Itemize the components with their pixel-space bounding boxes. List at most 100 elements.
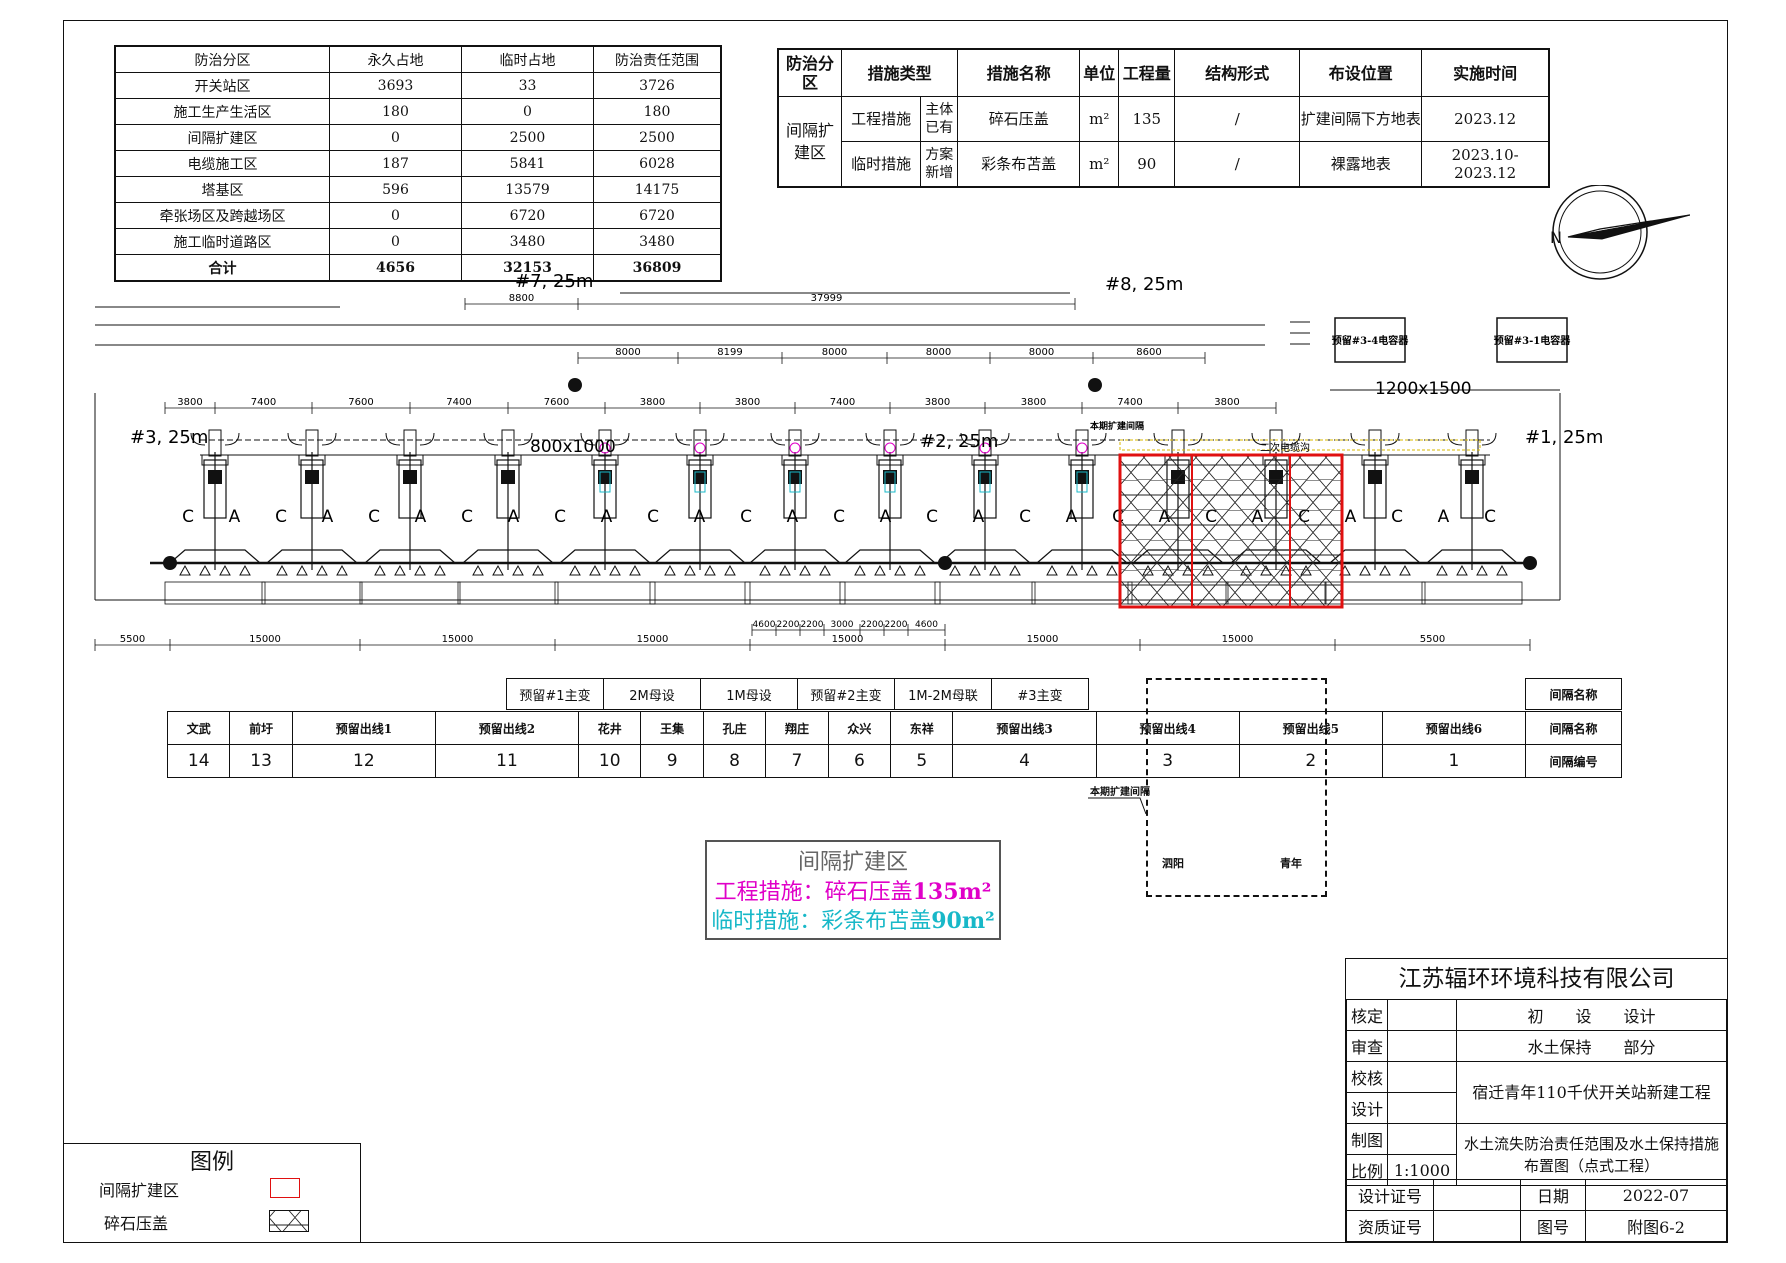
bay-group-cell: 预留#1主变 bbox=[506, 678, 604, 710]
phase-letter: A bbox=[973, 507, 985, 527]
bay-number-cell: 10 bbox=[578, 744, 642, 778]
cable-section-label: 800x1000 bbox=[530, 437, 616, 457]
tb-empty bbox=[1433, 1210, 1521, 1242]
dimension-label: 2200 bbox=[801, 620, 824, 630]
bay-group-cell: 预留#2主变 bbox=[797, 678, 895, 710]
legend-title: 图例 bbox=[189, 1150, 234, 1175]
tb-label: 设计 bbox=[1346, 1092, 1388, 1124]
dimension-label: 5500 bbox=[1420, 634, 1445, 645]
dimension-label: 15000 bbox=[442, 634, 474, 645]
bay-row-title: 间隔名称 bbox=[1525, 678, 1622, 710]
bay-name-row: 文武 前圩 预留出线1 预留出线2 花井 王集 孔庄 翔庄 众兴 东祥 预留出线3 预留出线4 预留出线… bbox=[166, 711, 1622, 745]
bay-number-cell: 6 bbox=[827, 744, 892, 778]
dimension-label: 3800 bbox=[1214, 397, 1239, 408]
title-block: 江苏辐环环境科技有限公司 核定 初 设 设计 审查 水土保持 部分 校核 宿迁青… bbox=[1345, 958, 1728, 1243]
dimension-label: 2200 bbox=[885, 620, 908, 630]
phase-letter: C bbox=[1391, 507, 1403, 527]
tb-label: 校核 bbox=[1346, 1061, 1388, 1093]
phase-letter: A bbox=[229, 507, 241, 527]
phase-letter: C bbox=[275, 507, 287, 527]
dimension-label: 7400 bbox=[1117, 397, 1142, 408]
phase-letter: C bbox=[461, 507, 473, 527]
capacitor-3-1-label: 预留#3-1电容器 bbox=[1494, 334, 1571, 347]
bay-name-cell: 众兴 bbox=[827, 711, 892, 745]
grid-node bbox=[938, 556, 952, 570]
bay-number-cell: 1 bbox=[1381, 744, 1527, 778]
bay-name-cell: 预留出线2 bbox=[434, 711, 580, 745]
tb-label: 核定 bbox=[1346, 999, 1388, 1031]
dimension-label: 3800 bbox=[1021, 397, 1046, 408]
phase-letter: A bbox=[1066, 507, 1078, 527]
grid-label: #2, 25m bbox=[920, 431, 998, 452]
dimension-label: 15000 bbox=[1222, 634, 1254, 645]
company-name: 江苏辐环环境科技有限公司 bbox=[1346, 959, 1727, 1000]
leader-line bbox=[1088, 797, 1147, 815]
bay-name-cell: 前圩 bbox=[229, 711, 293, 745]
dimension-label: 15000 bbox=[249, 634, 281, 645]
grid-label: #1, 25m bbox=[1525, 427, 1603, 448]
dimension-label: 15000 bbox=[637, 634, 669, 645]
dimension-label: 7400 bbox=[251, 397, 276, 408]
expansion-bay-name: 青年 bbox=[1280, 857, 1302, 870]
grid-node bbox=[568, 378, 582, 392]
dimension-label: 8800 bbox=[509, 293, 534, 304]
note-temporary-line: 临时措施：彩条布苫盖90m² bbox=[707, 907, 999, 936]
bay-group-table: 预留#1主变 2M母设 1M母设 预留#2主变 1M-2M母联 #3主变 bbox=[506, 678, 1089, 710]
dimension-label: 3800 bbox=[925, 397, 950, 408]
cable-trench-label: 二次电缆沟 bbox=[1260, 441, 1310, 454]
bay-number-cell: 9 bbox=[640, 744, 704, 778]
expansion-measures-note: 间隔扩建区 工程措施：碎石压盖135m² 临时措施：彩条布苫盖90m² bbox=[705, 840, 1001, 940]
phase-letter: A bbox=[1345, 507, 1357, 527]
dimension-label: 7400 bbox=[830, 397, 855, 408]
tb-label: 设计证号 bbox=[1346, 1179, 1434, 1211]
phase-letter: A bbox=[787, 507, 799, 527]
substation-layout-drawing: CACACACACACACACACACACACACACAC88003799980… bbox=[94, 271, 1603, 651]
dimension-label: 8000 bbox=[1029, 347, 1054, 358]
gravel-pattern-swatch bbox=[269, 1210, 309, 1232]
tb-label: 日期 bbox=[1520, 1179, 1586, 1211]
phase-letter: A bbox=[880, 507, 892, 527]
dimension-label: 8000 bbox=[822, 347, 847, 358]
tb-value: 水土保持 部分 bbox=[1456, 1030, 1727, 1062]
phase-letter: A bbox=[415, 507, 427, 527]
expansion-boundary-swatch bbox=[270, 1178, 300, 1198]
figure-number: 附图6-2 bbox=[1585, 1210, 1727, 1242]
phase-letter: A bbox=[322, 507, 334, 527]
tb-label: 资质证号 bbox=[1346, 1210, 1434, 1242]
dimension-label: 4600 bbox=[915, 620, 938, 630]
legend-item-label: 碎石压盖 bbox=[104, 1214, 169, 1233]
note-temporary-value: 90m² bbox=[931, 908, 995, 934]
dimension-label: 2200 bbox=[777, 620, 800, 630]
bay-number-row: 14 13 12 11 10 9 8 7 6 5 4 3 2 1 间隔编号 bbox=[166, 744, 1622, 778]
capacitor-3-4-label: 预留#3-4电容器 bbox=[1332, 334, 1409, 347]
dimension-label: 3800 bbox=[177, 397, 202, 408]
phase-letter: A bbox=[694, 507, 706, 527]
expansion-bay-label: 本期扩建间隔 bbox=[1090, 420, 1144, 432]
bay-row-title: 间隔名称 bbox=[1525, 711, 1622, 745]
phase-letter: A bbox=[1438, 507, 1450, 527]
bay-title-cell: 间隔名称 bbox=[1525, 678, 1622, 710]
title-block-footer: 设计证号 日期 2022-07 资质证号 图号 附图6-2 bbox=[1346, 1179, 1727, 1242]
bay-name-cell: 预留出线6 bbox=[1381, 711, 1527, 745]
bay-name-cell: 花井 bbox=[578, 711, 642, 745]
bay-number-cell: 7 bbox=[765, 744, 829, 778]
phase-letter: C bbox=[647, 507, 659, 527]
note-temporary-text: 临时措施：彩条布苫盖 bbox=[711, 909, 932, 934]
bay-group-cell: 2M母设 bbox=[603, 678, 701, 710]
cable-section-label: 1200x1500 bbox=[1375, 379, 1472, 399]
dimension-label: 8000 bbox=[615, 347, 640, 358]
tb-signature bbox=[1387, 1030, 1457, 1062]
bay-group-cell: 1M母设 bbox=[700, 678, 798, 710]
note-engineering-line: 工程措施：碎石压盖135m² bbox=[707, 878, 999, 907]
bay-name-cell: 王集 bbox=[640, 711, 704, 745]
bay-number-cell: 8 bbox=[702, 744, 767, 778]
note-engineering-text: 工程措施：碎石压盖 bbox=[714, 880, 913, 905]
phase-letter: C bbox=[1484, 507, 1496, 527]
tb-value: 初 设 设计 bbox=[1456, 999, 1727, 1031]
bay-number-cell: 14 bbox=[166, 744, 231, 778]
dimension-label: 5500 bbox=[120, 634, 145, 645]
phase-letter: C bbox=[554, 507, 566, 527]
phase-letter: C bbox=[926, 507, 938, 527]
grid-label: #3, 25m bbox=[130, 427, 208, 448]
phase-letter: C bbox=[182, 507, 194, 527]
